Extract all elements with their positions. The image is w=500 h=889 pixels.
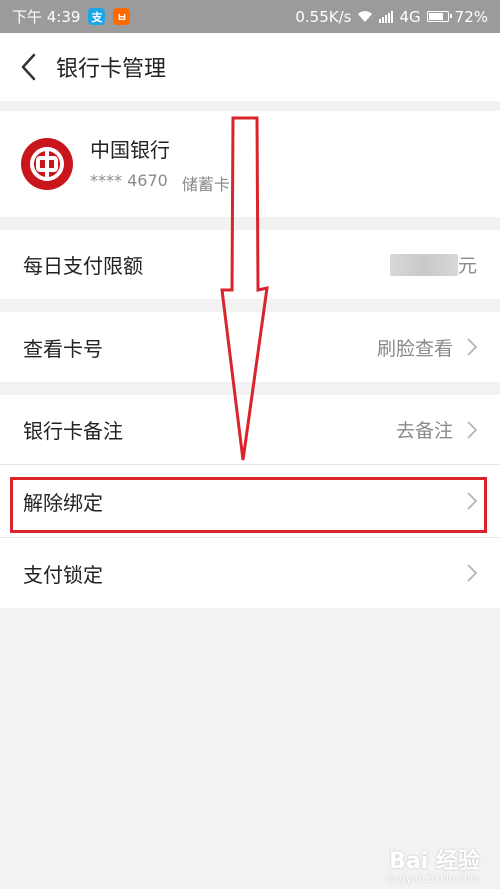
chevron-right-icon [467,420,477,439]
daily-limit-value-redacted [389,253,458,276]
annotation-arrow-icon [220,116,269,461]
view-card-number-value: 刷脸查看 [376,337,453,360]
battery-icon [426,11,452,22]
chevron-right-icon [467,338,477,356]
view-card-number-label: 查看卡号 [23,336,103,361]
watermark-text: Bai 经验 [389,849,480,874]
header-bar: 银行卡管理 [0,33,500,101]
card-note-label: 银行卡备注 [23,419,123,443]
payment-lock-label: 支付锁定 [23,562,103,587]
baidu-jingyan-watermark: Bai 经验 jingyan.baidu.com [388,843,480,885]
chevron-right-icon [467,564,477,582]
card-number: **** 4670 [90,170,168,190]
bank-name: 中国银行 [90,137,170,162]
signal-icon [379,10,394,23]
network-type: 4G [399,7,421,26]
taobao-icon: ㅂ [113,8,131,25]
bank-of-china-logo [21,138,73,190]
status-bar: 下午 4:39 支 ㅂ 0.55K/s 4G 72% [0,0,500,33]
wifi-icon [358,11,373,22]
chevron-left-icon [21,53,36,81]
payment-lock-row[interactable]: 支付锁定 [0,538,500,608]
status-time: 下午 4:39 [12,8,81,26]
alipay-icon: 支 [88,8,106,25]
back-button[interactable] [0,33,56,101]
page-title: 银行卡管理 [56,57,167,82]
annotation-highlight-box [10,477,487,533]
daily-limit-label: 每日支付限额 [23,254,143,278]
network-speed: 0.55K/s [295,7,352,26]
bank-logo-icon [30,147,64,181]
card-note-value: 去备注 [395,420,453,442]
watermark-url: jingyan.baidu.com [387,874,480,885]
daily-limit-unit: 元 [457,255,477,277]
battery-level: 72% [454,7,488,26]
